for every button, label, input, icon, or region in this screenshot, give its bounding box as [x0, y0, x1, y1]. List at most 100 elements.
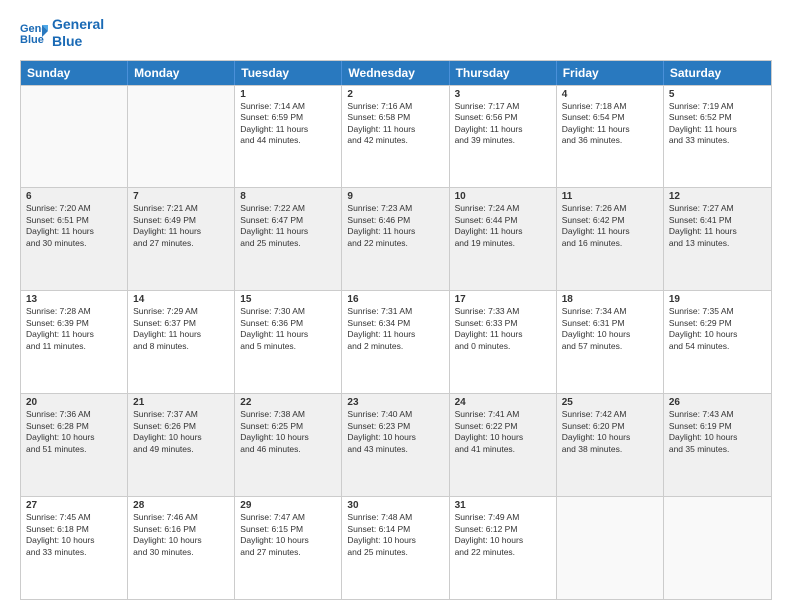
cell-info-line: and 0 minutes.	[455, 341, 551, 352]
header: General Blue General Blue	[20, 16, 772, 50]
calendar-day-21: 21Sunrise: 7:37 AMSunset: 6:26 PMDayligh…	[128, 394, 235, 496]
cell-info-line: Sunset: 6:59 PM	[240, 112, 336, 123]
calendar-day-24: 24Sunrise: 7:41 AMSunset: 6:22 PMDayligh…	[450, 394, 557, 496]
cell-info-line: Sunset: 6:19 PM	[669, 421, 766, 432]
calendar-empty-cell	[21, 86, 128, 188]
cell-info-line: Daylight: 10 hours	[26, 535, 122, 546]
cell-info-line: and 22 minutes.	[347, 238, 443, 249]
calendar-day-25: 25Sunrise: 7:42 AMSunset: 6:20 PMDayligh…	[557, 394, 664, 496]
cell-info-line: Daylight: 11 hours	[347, 226, 443, 237]
calendar-header: SundayMondayTuesdayWednesdayThursdayFrid…	[21, 61, 771, 85]
cell-info-line: Sunset: 6:26 PM	[133, 421, 229, 432]
calendar-day-31: 31Sunrise: 7:49 AMSunset: 6:12 PMDayligh…	[450, 497, 557, 599]
cell-info-line: Sunrise: 7:14 AM	[240, 101, 336, 112]
day-number: 31	[455, 500, 551, 511]
logo-text-blue: Blue	[52, 33, 104, 50]
cell-info-line: Daylight: 11 hours	[455, 226, 551, 237]
cell-info-line: Sunrise: 7:36 AM	[26, 409, 122, 420]
day-number: 21	[133, 397, 229, 408]
cell-info-line: Sunset: 6:44 PM	[455, 215, 551, 226]
day-number: 3	[455, 89, 551, 100]
calendar-day-17: 17Sunrise: 7:33 AMSunset: 6:33 PMDayligh…	[450, 291, 557, 393]
cell-info-line: Daylight: 11 hours	[240, 124, 336, 135]
day-number: 5	[669, 89, 766, 100]
header-day-friday: Friday	[557, 61, 664, 85]
cell-info-line: Sunrise: 7:41 AM	[455, 409, 551, 420]
cell-info-line: Sunrise: 7:48 AM	[347, 512, 443, 523]
cell-info-line: Sunset: 6:37 PM	[133, 318, 229, 329]
cell-info-line: Daylight: 11 hours	[347, 329, 443, 340]
cell-info-line: Sunrise: 7:49 AM	[455, 512, 551, 523]
cell-info-line: Daylight: 11 hours	[133, 329, 229, 340]
cell-info-line: Sunrise: 7:40 AM	[347, 409, 443, 420]
cell-info-line: Sunset: 6:51 PM	[26, 215, 122, 226]
cell-info-line: Daylight: 11 hours	[347, 124, 443, 135]
day-number: 28	[133, 500, 229, 511]
calendar-day-7: 7Sunrise: 7:21 AMSunset: 6:49 PMDaylight…	[128, 188, 235, 290]
cell-info-line: Sunrise: 7:37 AM	[133, 409, 229, 420]
cell-info-line: Sunset: 6:14 PM	[347, 524, 443, 535]
cell-info-line: and 22 minutes.	[455, 547, 551, 558]
calendar-day-1: 1Sunrise: 7:14 AMSunset: 6:59 PMDaylight…	[235, 86, 342, 188]
cell-info-line: Sunrise: 7:34 AM	[562, 306, 658, 317]
cell-info-line: Daylight: 10 hours	[669, 329, 766, 340]
cell-info-line: Daylight: 11 hours	[26, 226, 122, 237]
header-day-thursday: Thursday	[450, 61, 557, 85]
calendar-day-10: 10Sunrise: 7:24 AMSunset: 6:44 PMDayligh…	[450, 188, 557, 290]
cell-info-line: and 51 minutes.	[26, 444, 122, 455]
cell-info-line: and 16 minutes.	[562, 238, 658, 249]
day-number: 30	[347, 500, 443, 511]
cell-info-line: Daylight: 10 hours	[133, 432, 229, 443]
calendar-day-3: 3Sunrise: 7:17 AMSunset: 6:56 PMDaylight…	[450, 86, 557, 188]
calendar-empty-cell	[128, 86, 235, 188]
cell-info-line: and 11 minutes.	[26, 341, 122, 352]
calendar-day-27: 27Sunrise: 7:45 AMSunset: 6:18 PMDayligh…	[21, 497, 128, 599]
svg-text:Blue: Blue	[20, 34, 44, 45]
day-number: 17	[455, 294, 551, 305]
cell-info-line: Sunrise: 7:23 AM	[347, 203, 443, 214]
calendar-day-15: 15Sunrise: 7:30 AMSunset: 6:36 PMDayligh…	[235, 291, 342, 393]
cell-info-line: and 13 minutes.	[669, 238, 766, 249]
cell-info-line: and 38 minutes.	[562, 444, 658, 455]
calendar-day-6: 6Sunrise: 7:20 AMSunset: 6:51 PMDaylight…	[21, 188, 128, 290]
cell-info-line: Daylight: 11 hours	[562, 226, 658, 237]
header-day-tuesday: Tuesday	[235, 61, 342, 85]
day-number: 23	[347, 397, 443, 408]
cell-info-line: and 8 minutes.	[133, 341, 229, 352]
calendar-week-2: 6Sunrise: 7:20 AMSunset: 6:51 PMDaylight…	[21, 187, 771, 290]
day-number: 25	[562, 397, 658, 408]
calendar-day-26: 26Sunrise: 7:43 AMSunset: 6:19 PMDayligh…	[664, 394, 771, 496]
cell-info-line: Sunrise: 7:20 AM	[26, 203, 122, 214]
cell-info-line: and 36 minutes.	[562, 135, 658, 146]
day-number: 27	[26, 500, 122, 511]
cell-info-line: and 2 minutes.	[347, 341, 443, 352]
calendar-week-5: 27Sunrise: 7:45 AMSunset: 6:18 PMDayligh…	[21, 496, 771, 599]
day-number: 10	[455, 191, 551, 202]
cell-info-line: and 54 minutes.	[669, 341, 766, 352]
cell-info-line: Daylight: 11 hours	[562, 124, 658, 135]
cell-info-line: Daylight: 10 hours	[562, 432, 658, 443]
cell-info-line: and 46 minutes.	[240, 444, 336, 455]
cell-info-line: Sunrise: 7:30 AM	[240, 306, 336, 317]
calendar-day-19: 19Sunrise: 7:35 AMSunset: 6:29 PMDayligh…	[664, 291, 771, 393]
cell-info-line: and 39 minutes.	[455, 135, 551, 146]
cell-info-line: Daylight: 11 hours	[240, 329, 336, 340]
cell-info-line: Daylight: 10 hours	[26, 432, 122, 443]
calendar-body: 1Sunrise: 7:14 AMSunset: 6:59 PMDaylight…	[21, 85, 771, 599]
day-number: 11	[562, 191, 658, 202]
cell-info-line: and 19 minutes.	[455, 238, 551, 249]
calendar-day-18: 18Sunrise: 7:34 AMSunset: 6:31 PMDayligh…	[557, 291, 664, 393]
day-number: 16	[347, 294, 443, 305]
cell-info-line: Sunset: 6:33 PM	[455, 318, 551, 329]
cell-info-line: and 30 minutes.	[133, 547, 229, 558]
cell-info-line: Sunrise: 7:47 AM	[240, 512, 336, 523]
calendar-day-8: 8Sunrise: 7:22 AMSunset: 6:47 PMDaylight…	[235, 188, 342, 290]
calendar-week-4: 20Sunrise: 7:36 AMSunset: 6:28 PMDayligh…	[21, 393, 771, 496]
calendar-day-29: 29Sunrise: 7:47 AMSunset: 6:15 PMDayligh…	[235, 497, 342, 599]
cell-info-line: Sunset: 6:36 PM	[240, 318, 336, 329]
cell-info-line: Daylight: 11 hours	[26, 329, 122, 340]
cell-info-line: Sunset: 6:49 PM	[133, 215, 229, 226]
calendar-day-14: 14Sunrise: 7:29 AMSunset: 6:37 PMDayligh…	[128, 291, 235, 393]
cell-info-line: and 27 minutes.	[240, 547, 336, 558]
day-number: 12	[669, 191, 766, 202]
